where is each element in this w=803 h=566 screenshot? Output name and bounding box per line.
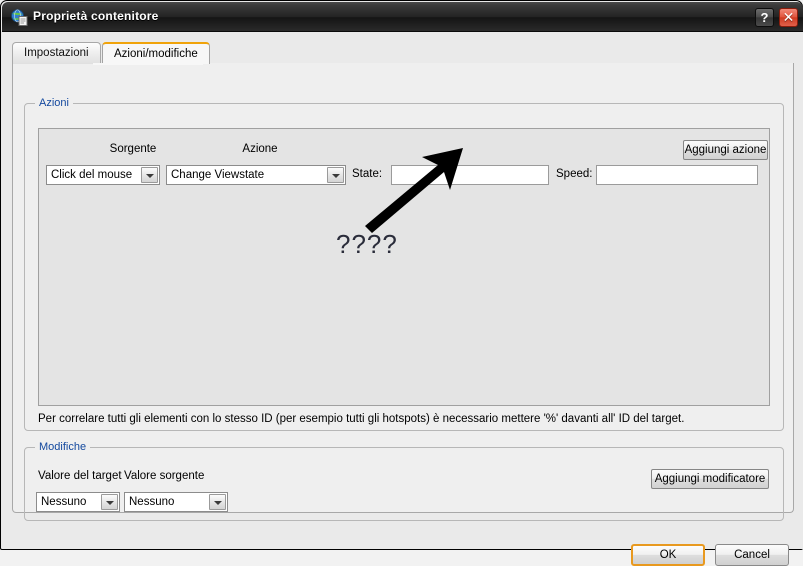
tab-azioni-modifiche[interactable]: Azioni/modifiche — [102, 42, 210, 64]
annotation-question-marks: ???? — [336, 229, 398, 259]
chevron-down-icon[interactable] — [101, 494, 118, 510]
sorgente-dropdown-value: Click del mouse — [51, 169, 133, 181]
azioni-group-title: Azioni — [35, 97, 73, 109]
cancel-button[interactable]: Cancel — [715, 544, 789, 566]
add-action-button[interactable]: Aggiungi azione — [683, 140, 768, 160]
active-tab-joiner — [93, 63, 203, 65]
close-icon: ✕ — [782, 9, 795, 25]
tab-impostazioni[interactable]: Impostazioni — [12, 42, 101, 64]
valore-target-dropdown-value: Nessuno — [41, 496, 87, 508]
chevron-down-icon[interactable] — [209, 494, 226, 510]
valore-sorgente-dropdown-value: Nessuno — [129, 496, 175, 508]
state-label: State: — [352, 168, 383, 180]
dialog-window: Proprietà contenitore ? ✕ Impostazioni A… — [0, 0, 803, 566]
chevron-down-icon[interactable] — [327, 167, 344, 183]
azione-dropdown-value: Change Viewstate — [171, 169, 265, 181]
sorgente-dropdown[interactable]: Click del mouse — [46, 165, 160, 185]
add-modifier-button[interactable]: Aggiungi modificatore — [651, 469, 769, 489]
valore-target-label: Valore del target — [38, 470, 122, 482]
title-bar[interactable]: Proprietà contenitore ? ✕ — [2, 2, 803, 32]
speed-input[interactable] — [596, 165, 758, 185]
valore-sorgente-dropdown[interactable]: Nessuno — [124, 492, 228, 512]
valore-target-dropdown[interactable]: Nessuno — [36, 492, 120, 512]
valore-sorgente-label: Valore sorgente — [124, 470, 205, 482]
state-input[interactable] — [391, 165, 549, 185]
help-button[interactable]: ? — [755, 8, 774, 27]
column-header-azione: Azione — [242, 143, 278, 155]
column-header-sorgente: Sorgente — [109, 143, 157, 155]
client-area: Impostazioni Azioni/modifiche Azioni Sor… — [2, 32, 803, 566]
azioni-help-text: Per correlare tutti gli elementi con lo … — [38, 413, 685, 425]
chevron-down-icon[interactable] — [141, 167, 158, 183]
speed-label: Speed: — [556, 168, 593, 180]
ok-button[interactable]: OK — [631, 544, 705, 566]
close-button[interactable]: ✕ — [779, 8, 798, 27]
azione-dropdown[interactable]: Change Viewstate — [166, 165, 346, 185]
globe-document-icon — [11, 9, 28, 26]
window-title: Proprietà contenitore — [33, 9, 159, 23]
modifiche-group-title: Modifiche — [35, 441, 91, 453]
tab-strip: Impostazioni Azioni/modifiche — [12, 42, 794, 64]
